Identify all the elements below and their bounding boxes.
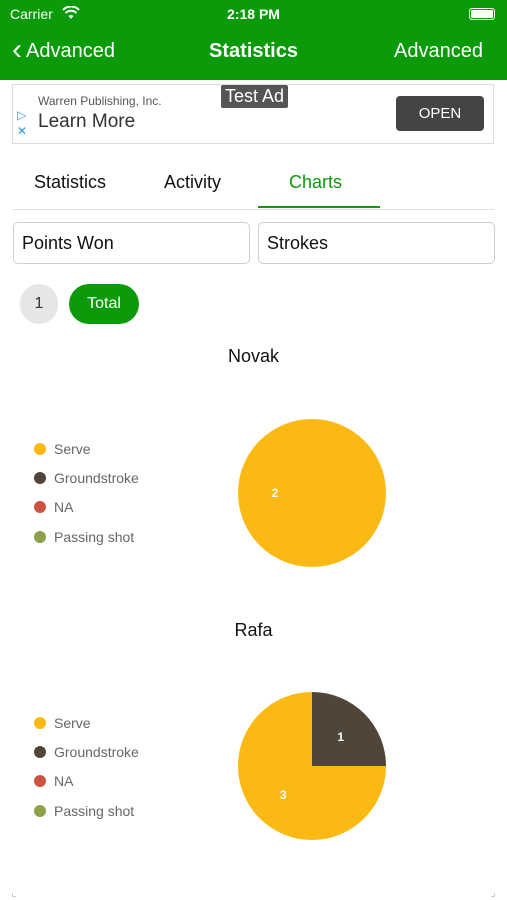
chart-title-rafa: Rafa (234, 620, 273, 640)
total-button[interactable]: Total (69, 284, 139, 324)
legend-label: Groundstroke (54, 744, 139, 760)
advanced-button[interactable]: Advanced (394, 40, 483, 63)
status-time: 2:18 PM (227, 6, 280, 22)
legend-item: Serve (34, 441, 214, 457)
serve-dot (34, 717, 46, 730)
na-dot (34, 775, 46, 788)
passing-shot-dot (34, 531, 46, 544)
ad-headline[interactable]: Learn More (38, 111, 135, 133)
metric-selector[interactable]: Points Won (13, 222, 250, 264)
legend-item: NA (34, 773, 214, 789)
tab-divider (12, 209, 494, 210)
legend-label: Passing shot (54, 529, 135, 545)
ad-open-button[interactable]: OPEN (396, 96, 484, 131)
na-dot (34, 501, 46, 514)
ad-choices-icon[interactable]: ▷ ✕ (17, 107, 31, 139)
status-bar: Carrier 2:18 PM (0, 0, 507, 28)
tab-statistics[interactable]: Statistics (34, 172, 106, 193)
serve-dot (34, 443, 46, 456)
breakdown-selector[interactable]: Strokes (258, 222, 495, 264)
legend-item: Passing shot (34, 803, 214, 819)
legend-item: Serve (34, 715, 214, 731)
tab-bar: Statistics Activity Charts (0, 160, 507, 210)
content-corner (491, 893, 495, 897)
tab-charts[interactable]: Charts (289, 172, 342, 193)
pie-slice-serve (238, 419, 386, 567)
legend-label: Serve (54, 441, 91, 457)
active-tab-indicator (258, 206, 380, 208)
legend-item: NA (34, 499, 214, 515)
legend-label: Serve (54, 715, 91, 731)
pie-value-label: 2 (272, 486, 279, 500)
legend-label: NA (54, 499, 74, 515)
navigation-bar: ‹ Advanced Statistics Advanced (0, 34, 507, 70)
pie-value-label: 1 (337, 730, 344, 744)
legend-label: NA (54, 773, 74, 789)
groundstroke-dot (34, 746, 46, 759)
battery-icon (469, 8, 495, 20)
pie-slice-groundstroke (312, 692, 386, 766)
content-corner (12, 893, 16, 897)
ad-banner[interactable]: ▷ ✕ Warren Publishing, Inc. Learn More Te… (12, 84, 494, 144)
chart-title-novak: Novak (227, 346, 280, 366)
legend-label: Groundstroke (54, 470, 139, 486)
test-ad-label: Test Ad (221, 85, 289, 108)
legend-item: Passing shot (34, 529, 214, 545)
set-1-button[interactable]: 1 (20, 284, 58, 324)
pie-value-label: 3 (280, 788, 287, 802)
passing-shot-dot (34, 805, 46, 818)
pie-chart-novak: 2 (238, 419, 386, 567)
top-bar: Carrier 2:18 PM ‹ Advanced Statistics Ad… (0, 0, 507, 80)
legend-label: Passing shot (54, 803, 135, 819)
ad-publisher: Warren Publishing, Inc. (38, 94, 162, 108)
legend-item: Groundstroke (34, 470, 214, 486)
groundstroke-dot (34, 472, 46, 485)
tab-activity[interactable]: Activity (164, 172, 221, 193)
pie-chart-rafa: 31 (238, 692, 386, 840)
legend-item: Groundstroke (34, 744, 214, 760)
